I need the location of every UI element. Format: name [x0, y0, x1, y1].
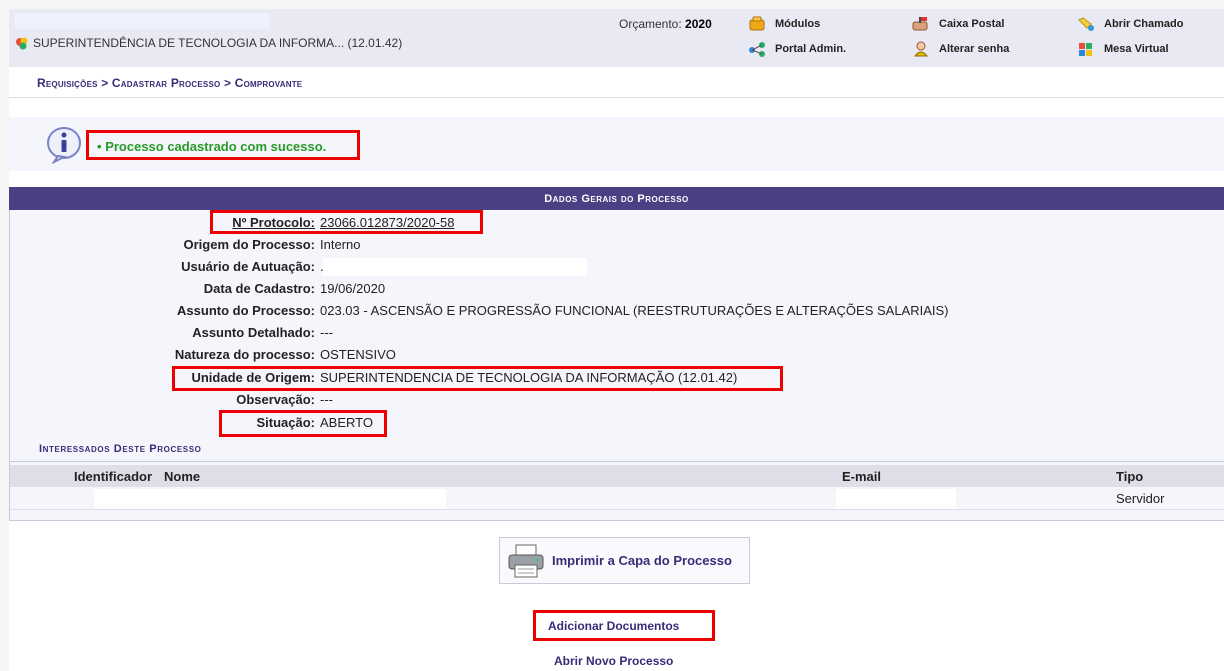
field-value: 19/06/2020	[320, 281, 386, 296]
field-label: Natureza do processo:	[174, 347, 315, 362]
cell-tipo: Servidor	[1116, 491, 1165, 506]
success-message: • Processo cadastrado com sucesso.	[97, 139, 326, 154]
field-label: Observação:	[236, 392, 315, 407]
caixa-postal-link[interactable]: Caixa Postal	[912, 16, 1004, 32]
unidade-highlight	[172, 366, 783, 391]
breadcrumb: Requisições > Cadastrar Processo > Compr…	[37, 76, 303, 90]
field-protocolo: Nº Protocolo: 23066.012873/2020-58	[0, 213, 1224, 233]
message-text: Processo cadastrado com sucesso.	[105, 139, 327, 154]
unit-info: SUPERINTENDÊNCIA DE TECNOLOGIA DA INFORM…	[15, 36, 402, 50]
redacted-user-area	[14, 13, 270, 29]
situacao-highlight	[219, 410, 387, 437]
field-label: Assunto Detalhado:	[192, 325, 315, 340]
field-value: Interno	[320, 237, 361, 252]
add-documents-link[interactable]: Adicionar Documentos	[548, 619, 679, 633]
col-email: E-mail	[842, 469, 882, 484]
caixa-postal-label: Caixa Postal	[939, 18, 1005, 30]
message-bullet: •	[97, 139, 102, 154]
field-value: ---	[320, 325, 333, 340]
field-label: Data de Cadastro:	[203, 281, 315, 296]
alterar-senha-link[interactable]: Alterar senha	[912, 41, 1009, 57]
new-process-link[interactable]: Abrir Novo Processo	[554, 654, 673, 668]
field-assunto-detalhado: Assunto Detalhado: ---	[0, 323, 1224, 343]
redacted-name-cell	[94, 489, 446, 509]
abrir-chamado-label: Abrir Chamado	[1104, 18, 1184, 30]
help-ticket-icon	[1078, 17, 1094, 31]
field-natureza: Natureza do processo: OSTENSIVO	[0, 345, 1224, 365]
redacted-user-value	[323, 258, 587, 276]
mailbox-icon	[912, 17, 928, 31]
modulos-label: Módulos	[775, 18, 821, 30]
field-label: Origem do Processo:	[183, 237, 315, 252]
mesa-virtual-label: Mesa Virtual	[1104, 43, 1169, 55]
col-nome: Nome	[164, 469, 201, 484]
field-observacao: Observação: ---	[0, 390, 1224, 410]
print-cover-button[interactable]: Imprimir a Capa do Processo	[499, 537, 750, 584]
budget-year: 2020	[685, 17, 712, 31]
field-value: ---	[320, 392, 333, 407]
protocolo-highlight	[210, 210, 483, 234]
budget-info: Orçamento: 2020	[619, 17, 712, 31]
info-icon	[47, 127, 81, 164]
field-assunto: Assunto do Processo: 023.03 - ASCENSÃO E…	[0, 301, 1224, 321]
printer-icon	[508, 544, 544, 577]
user-key-icon	[913, 41, 929, 57]
unit-switch-icon[interactable]	[15, 36, 29, 50]
field-origem: Origem do Processo: Interno	[0, 235, 1224, 255]
page-top-margin	[0, 0, 1224, 9]
field-data: Data de Cadastro: 19/06/2020	[0, 279, 1224, 299]
panel-title: Dados Gerais do Processo	[9, 187, 1224, 210]
field-situacao: Situação: ABERTO	[0, 413, 1224, 433]
modulos-link[interactable]: Módulos	[748, 16, 820, 32]
modules-box-icon	[749, 16, 765, 31]
portal-share-icon	[749, 42, 765, 57]
field-value: 023.03 - ASCENSÃO E PROGRESSÃO FUNCIONAL…	[320, 303, 949, 318]
redacted-email-cell	[836, 489, 956, 509]
col-identificador: Identificador	[74, 469, 153, 484]
portal-admin-link[interactable]: Portal Admin.	[748, 41, 846, 57]
field-value: OSTENSIVO	[320, 347, 396, 362]
field-usuario: Usuário de Autuação: .	[0, 257, 1224, 277]
col-tipo: Tipo	[1116, 469, 1144, 484]
virtual-desk-icon	[1079, 43, 1092, 56]
portal-admin-label: Portal Admin.	[775, 43, 847, 55]
field-label: Usuário de Autuação:	[181, 259, 315, 274]
unit-label: SUPERINTENDÊNCIA DE TECNOLOGIA DA INFORM…	[33, 36, 403, 50]
budget-label: Orçamento:	[619, 17, 682, 31]
print-cover-label: Imprimir a Capa do Processo	[552, 553, 732, 568]
alterar-senha-label: Alterar senha	[939, 43, 1010, 55]
field-label: Assunto do Processo:	[177, 303, 315, 318]
interessados-divider	[9, 461, 1224, 462]
abrir-chamado-link[interactable]: Abrir Chamado	[1077, 16, 1183, 32]
mesa-virtual-link[interactable]: Mesa Virtual	[1077, 41, 1169, 57]
interessados-title: Interessados Deste Processo	[39, 443, 202, 455]
